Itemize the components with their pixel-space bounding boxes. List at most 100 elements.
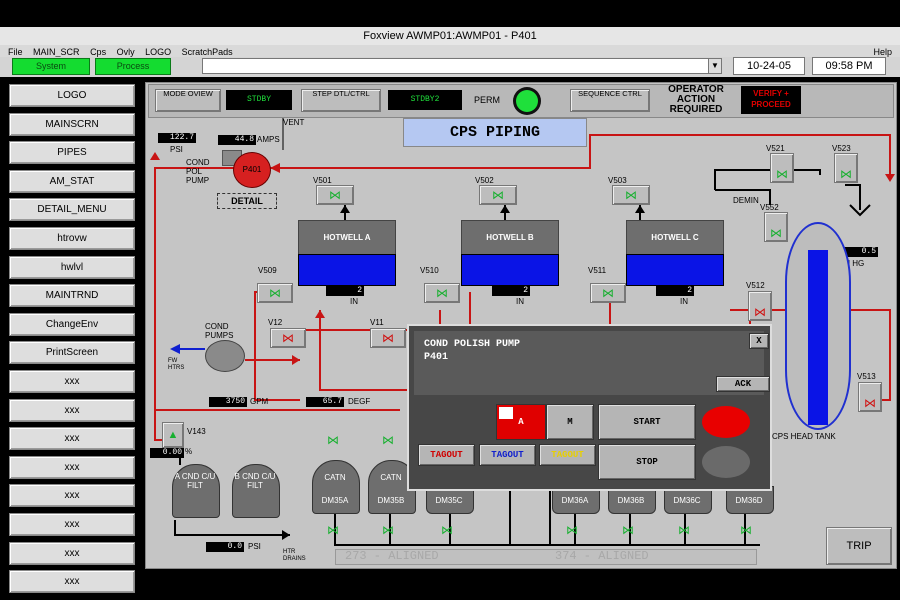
valve-open-icon: ⋈ <box>436 286 448 300</box>
valve-closed-icon: ⋈ <box>754 305 766 319</box>
filter-b-label: B CND C/U FILT <box>234 472 276 490</box>
valve-v501[interactable]: ⋈ <box>316 185 354 205</box>
valve-open-icon[interactable]: ⋈ <box>566 523 578 537</box>
valve-v503[interactable]: ⋈ <box>612 185 650 205</box>
valve-open-icon[interactable]: ⋈ <box>678 523 690 537</box>
valve-open-icon: ⋈ <box>269 286 281 300</box>
gpm-value: 3750 <box>209 397 247 407</box>
vent-label: VENT <box>283 118 305 127</box>
popup-header: COND POLISH PUMP P401 <box>414 331 764 395</box>
cond-pol-pump-label: COND POL PUMP <box>186 158 210 185</box>
catn-label-1: CATN <box>324 473 346 482</box>
popup-title: COND POLISH PUMP <box>424 339 521 350</box>
amps-value: 44.8 <box>218 135 256 145</box>
selected-indicator <box>499 407 513 419</box>
hotwell-c[interactable]: HOTWELL C <box>626 220 724 256</box>
auto-mode-button[interactable]: A <box>496 404 546 440</box>
valve-v11[interactable]: ⋈ <box>370 328 406 348</box>
valve-open-icon: ⋈ <box>840 167 852 181</box>
trip-button[interactable]: TRIP <box>826 527 892 565</box>
valve-v502[interactable]: ⋈ <box>479 185 517 205</box>
valve-v513[interactable]: ⋈ <box>858 382 882 412</box>
valve-v510-label: V510 <box>420 266 439 275</box>
tagout-button-blue[interactable]: TAGOUT <box>479 444 536 466</box>
valve-open-icon: ⋈ <box>492 188 504 202</box>
manual-mode-button[interactable]: M <box>546 404 594 440</box>
valve-closed-icon: ⋈ <box>382 331 394 345</box>
hotwell-a-value: 2 <box>326 286 364 296</box>
valve-open-icon: ⋈ <box>770 226 782 240</box>
hotwell-a[interactable]: HOTWELL A <box>298 220 396 256</box>
valve-closed-icon: ⋈ <box>864 396 876 410</box>
cond-pumps-label: COND PUMPS <box>205 322 234 340</box>
valve-v503-label: V503 <box>608 176 627 185</box>
tagout-button-red[interactable]: TAGOUT <box>418 444 475 466</box>
valve-open-icon[interactable]: ⋈ <box>441 523 453 537</box>
close-button[interactable]: X <box>749 333 769 349</box>
valve-v511[interactable]: ⋈ <box>590 283 626 303</box>
degf-unit: DEGF <box>348 397 371 406</box>
valve-v552[interactable]: ⋈ <box>764 212 788 242</box>
valve-open-icon[interactable]: ⋈ <box>382 523 394 537</box>
valve-v509[interactable]: ⋈ <box>257 283 293 303</box>
valve-v523[interactable]: ⋈ <box>834 153 858 183</box>
dm36b-label: DM36B <box>617 496 645 505</box>
hotwell-c-value: 2 <box>656 286 694 296</box>
valve-v143-label: V143 <box>187 427 206 436</box>
dm36a-label: DM36A <box>561 496 589 505</box>
valve-open-icon[interactable]: ⋈ <box>327 523 339 537</box>
valve-v11-label: V11 <box>370 318 384 327</box>
valve-v12[interactable]: ⋈ <box>270 328 306 348</box>
valve-open-icon: ⋈ <box>776 167 788 181</box>
psi-bottom-value: 0.0 <box>206 542 244 552</box>
cond-pumps[interactable] <box>205 340 245 372</box>
valve-v523-label: V523 <box>832 144 851 153</box>
pump-p401[interactable]: P401 <box>233 152 271 188</box>
aligned-status-2: 374 - ALIGNED <box>555 549 649 563</box>
dm36c-label: DM36C <box>673 496 701 505</box>
stopped-status-light <box>702 446 750 478</box>
valve-closed-icon: ⋈ <box>282 331 294 345</box>
valve-open-icon: ⋈ <box>329 188 341 202</box>
small-unit: % <box>185 447 193 456</box>
valve-v510[interactable]: ⋈ <box>424 283 460 303</box>
valve-v513-label: V513 <box>857 372 876 381</box>
hotwell-b-unit: IN <box>516 297 524 306</box>
ack-button[interactable]: ACK <box>716 376 770 392</box>
hotwell-b[interactable]: HOTWELL B <box>461 220 559 256</box>
valve-open-icon[interactable]: ⋈ <box>740 523 752 537</box>
valve-v502-label: V502 <box>475 176 494 185</box>
stop-button[interactable]: STOP <box>598 444 696 480</box>
head-tank-level <box>808 250 828 425</box>
demin-label: DEMIN <box>733 196 759 205</box>
valve-open-icon: ⋈ <box>625 188 637 202</box>
valve-v521[interactable]: ⋈ <box>770 153 794 183</box>
valve-v143[interactable]: ▲ <box>162 422 184 448</box>
valve-v512[interactable]: ⋈ <box>748 291 772 321</box>
psi-bottom-unit: PSI <box>248 542 261 551</box>
hotwell-c-unit: IN <box>680 297 688 306</box>
hotwell-b-level <box>461 254 559 286</box>
valve-open-icon[interactable]: ⋈ <box>327 433 339 447</box>
start-button[interactable]: START <box>598 404 696 440</box>
valve-open-icon[interactable]: ⋈ <box>622 523 634 537</box>
valve-open-icon: ⋈ <box>602 286 614 300</box>
valve-open-icon[interactable]: ⋈ <box>382 433 394 447</box>
dm35b-label: DM35B <box>377 496 405 505</box>
dm35a-label: DM35A <box>321 496 349 505</box>
gpm-unit: GPM <box>250 397 269 406</box>
hotwell-a-unit: IN <box>350 297 358 306</box>
psi-top-unit: PSI <box>170 145 183 154</box>
hotwell-a-level <box>298 254 396 286</box>
demin-dm35a[interactable] <box>312 460 360 514</box>
detail-button[interactable]: DETAIL <box>217 193 277 209</box>
hotwell-b-value: 2 <box>492 286 530 296</box>
head-tank-label: CPS HEAD TANK <box>772 432 836 441</box>
pump-faceplate-popup: COND POLISH PUMP P401 X ACK A M START TA… <box>407 324 772 491</box>
dm35c-label: DM35C <box>435 496 463 505</box>
psi-top-value: 122.7 <box>158 133 196 143</box>
tagout-button-yellow[interactable]: TAGOUT <box>539 444 596 466</box>
hotwell-c-level <box>626 254 724 286</box>
small-value: 0.00 <box>150 448 184 458</box>
valve-v521-label: V521 <box>766 144 785 153</box>
